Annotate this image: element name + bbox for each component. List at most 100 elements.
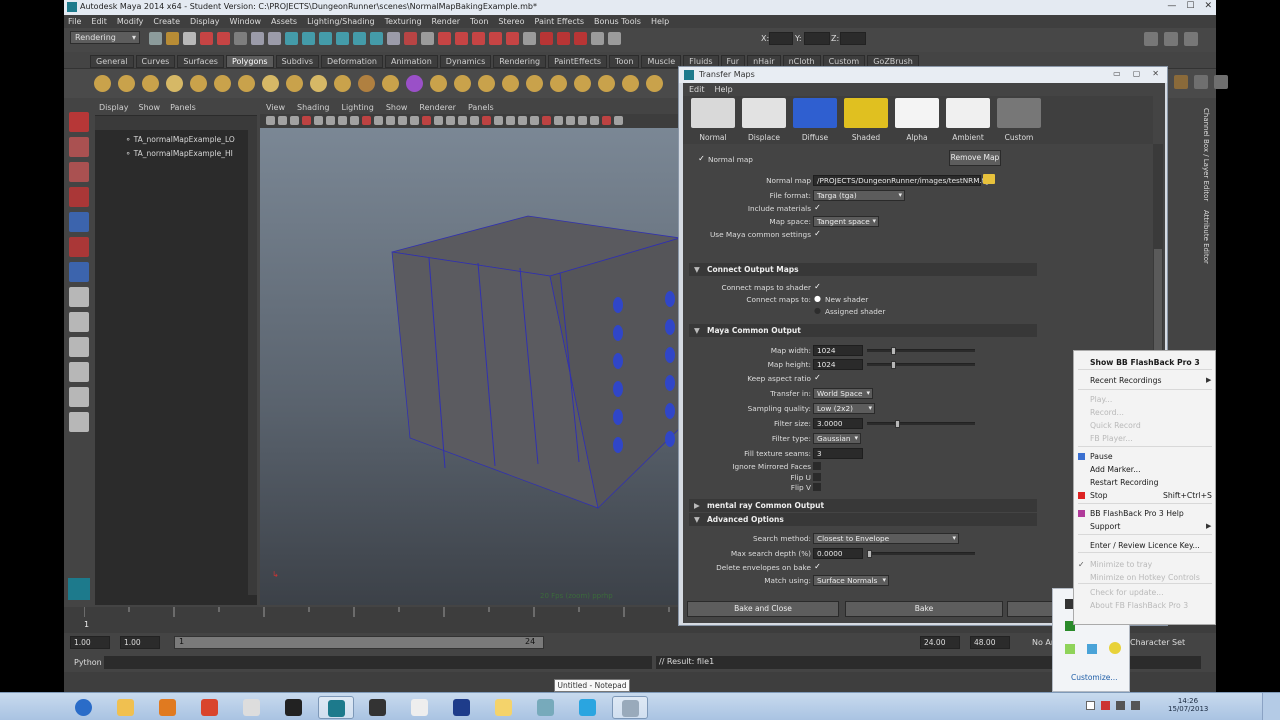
viewport-tool-icon[interactable] [566, 116, 575, 125]
delete-envelopes-checkbox[interactable]: ✓ [813, 562, 822, 571]
cube-stud[interactable] [613, 437, 623, 453]
use-common-settings-checkbox[interactable]: ✓ [813, 229, 822, 238]
viewport-tool-icon[interactable] [350, 116, 359, 125]
command-language[interactable]: Python [74, 658, 102, 667]
shelf-tool-icon[interactable] [238, 75, 255, 92]
status-tool-icon[interactable] [217, 32, 230, 45]
shelf-tab-general[interactable]: General [90, 55, 134, 68]
status-tool-icon[interactable] [353, 32, 366, 45]
minimize-icon[interactable]: ▭ [1113, 69, 1121, 78]
taskbar-folder-button[interactable] [486, 696, 522, 719]
close-icon[interactable]: ✕ [1204, 1, 1212, 11]
viewport-tool-icon[interactable] [578, 116, 587, 125]
outliner-item[interactable]: ⚬ TA_normalMapExample_LO [95, 133, 257, 147]
speaker-icon[interactable] [1131, 701, 1140, 710]
status-tool-icon[interactable] [149, 32, 162, 45]
viewport-tool-icon[interactable] [386, 116, 395, 125]
menu-display[interactable]: Display [190, 17, 220, 26]
menu-item-enter-review-licence-key[interactable]: Enter / Review Licence Key... [1090, 541, 1200, 550]
sampling-quality-dropdown[interactable]: Low (2x2) [813, 403, 875, 414]
match-using-dropdown[interactable]: Surface Normals [813, 575, 889, 586]
advanced-options-header[interactable]: Advanced Options [689, 513, 1037, 526]
range-slider[interactable]: 1 24 [174, 636, 544, 649]
ignore-mirrored-checkbox[interactable] [813, 462, 821, 470]
viewport-tool-icon[interactable] [602, 116, 611, 125]
menu-edit[interactable]: Edit [91, 17, 107, 26]
viewport-tool-icon[interactable] [542, 116, 551, 125]
shelf-tool-icon[interactable] [310, 75, 327, 92]
customize-link[interactable]: Customize... [1071, 673, 1118, 682]
paint-select-icon[interactable] [69, 162, 89, 182]
thumb-custom-icon[interactable] [997, 98, 1041, 128]
transfer-in-dropdown[interactable]: World Space [813, 388, 873, 399]
taskbar-zbrush-button[interactable] [402, 696, 438, 719]
viewport-tool-icon[interactable] [314, 116, 323, 125]
outliner-menu-show[interactable]: Show [139, 103, 161, 112]
shelf-tab-subdivs[interactable]: Subdivs [275, 55, 320, 68]
outliner-menu-panels[interactable]: Panels [170, 103, 196, 112]
file-format-dropdown[interactable]: Targa (tga) [813, 190, 905, 201]
shelf-tool-icon[interactable] [190, 75, 207, 92]
menu-window[interactable]: Window [230, 17, 262, 26]
viewport-tool-icon[interactable] [470, 116, 479, 125]
status-tool-icon[interactable] [319, 32, 332, 45]
status-tool-icon[interactable] [166, 32, 179, 45]
normal-map-checkbox[interactable]: ✓ [697, 154, 706, 163]
outliner-scrollbar[interactable] [248, 130, 257, 595]
viewport-tool-icon[interactable] [554, 116, 563, 125]
viewport-tool-icon[interactable] [266, 116, 275, 125]
bake-and-close-button[interactable]: Bake and Close [687, 601, 839, 617]
shelf-tab-toon[interactable]: Toon [609, 55, 640, 68]
flip-v-checkbox[interactable] [813, 483, 821, 491]
status-tool-icon[interactable] [370, 32, 383, 45]
slider-knob[interactable] [891, 347, 896, 355]
thumb-ambient-icon[interactable] [946, 98, 990, 128]
map-space-dropdown[interactable]: Tangent space [813, 216, 879, 227]
status-tool-icon[interactable] [336, 32, 349, 45]
shelf-tab-polygons[interactable]: Polygons [225, 55, 274, 68]
status-tool-icon[interactable] [268, 32, 281, 45]
shelf-tool-icon[interactable] [646, 75, 663, 92]
select-tool-icon[interactable] [69, 112, 89, 132]
slider-knob[interactable] [895, 420, 900, 428]
normal-map-path-field[interactable]: /PROJECTS/DungeonRunner/images/testNRM.t… [813, 175, 994, 186]
menu-item-show-bb-flashback-pro-3[interactable]: Show BB FlashBack Pro 3 [1090, 358, 1200, 367]
viewport-tool-icon[interactable] [338, 116, 347, 125]
filter-size-slider[interactable] [867, 420, 975, 428]
map-width-slider[interactable] [867, 347, 975, 355]
layout-outliner-icon[interactable] [69, 387, 89, 407]
shelf-tool-icon[interactable] [118, 75, 135, 92]
character-set-label[interactable]: Character Set [1130, 638, 1185, 647]
status-tool-icon[interactable] [540, 32, 553, 45]
menu-item-recent-recordings[interactable]: Recent Recordings [1090, 376, 1161, 385]
viewport-menu-lighting[interactable]: Lighting [341, 103, 373, 112]
clock-date[interactable]: 15/07/2013 [1168, 705, 1208, 713]
taskbar-start-orb-button[interactable] [66, 696, 102, 719]
taskbar-media-player-button[interactable] [150, 696, 186, 719]
shelf-tool-icon[interactable] [358, 75, 375, 92]
status-tool-icon[interactable] [438, 32, 451, 45]
show-desktop-button[interactable] [1262, 693, 1280, 720]
map-width-field[interactable]: 1024 [813, 345, 863, 356]
layout-icon[interactable] [1144, 32, 1158, 46]
shelf-tab-dynamics[interactable]: Dynamics [439, 55, 492, 68]
shelf-tool-icon[interactable] [142, 75, 159, 92]
viewport-tool-icon[interactable] [302, 116, 311, 125]
menu-item-support[interactable]: Support [1090, 522, 1120, 531]
layout-icon[interactable] [1184, 32, 1198, 46]
rotate-tool-icon[interactable] [69, 212, 89, 232]
fill-seams-field[interactable]: 3 [813, 448, 863, 459]
menu-bonus-tools[interactable]: Bonus Tools [594, 17, 641, 26]
shelf-tab-curves[interactable]: Curves [135, 55, 176, 68]
cube-stud[interactable] [613, 353, 623, 369]
taskbar-skype-button[interactable] [570, 696, 606, 719]
close-icon[interactable]: ✕ [1152, 69, 1159, 78]
move-tool-icon[interactable] [69, 187, 89, 207]
menu-paint-effects[interactable]: Paint Effects [535, 17, 585, 26]
outliner-menu-display[interactable]: Display [99, 103, 129, 112]
viewport-tool-icon[interactable] [362, 116, 371, 125]
shelf-tab-animation[interactable]: Animation [384, 55, 438, 68]
status-tool-icon[interactable] [574, 32, 587, 45]
shelf-tool-icon[interactable] [334, 75, 351, 92]
menu-item-pause[interactable]: Pause [1090, 452, 1113, 461]
